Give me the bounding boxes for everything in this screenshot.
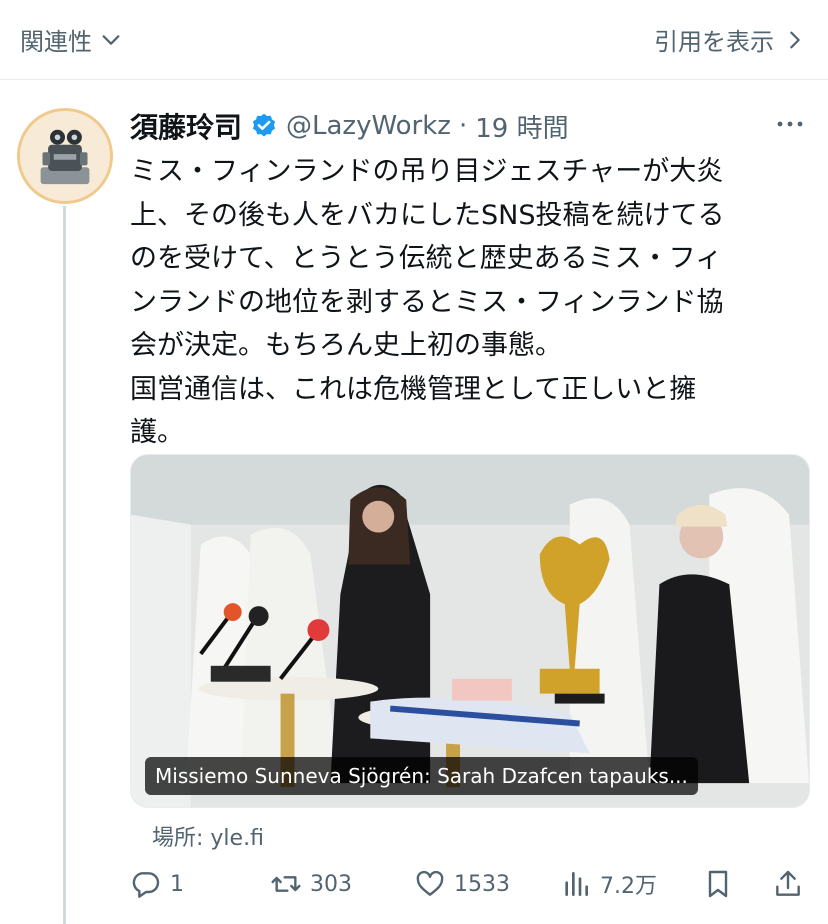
card-caption: Missiemo Sunneva Sjögrén: Sarah Dzafcen … bbox=[145, 757, 698, 795]
reply-button[interactable]: 1 bbox=[130, 868, 184, 900]
more-options-icon[interactable] bbox=[774, 112, 806, 136]
share-button[interactable] bbox=[772, 868, 804, 900]
tweet-timestamp[interactable]: 19 時間 bbox=[475, 108, 568, 145]
verified-badge-icon bbox=[250, 112, 278, 140]
press-conference-photo bbox=[131, 455, 809, 807]
view-count: 7.2万 bbox=[600, 874, 657, 899]
tweet-body-line: ミス・フィンランドの吊り目ジェスチャーが大炎 bbox=[130, 156, 724, 187]
bookmark-button[interactable] bbox=[702, 868, 734, 900]
related-sort-dropdown[interactable]: 関連性 bbox=[20, 22, 122, 57]
tweet-body: ミス・フィンランドの吊り目ジェスチャーが大炎 上、その後も人をバカにしたSNS投… bbox=[130, 150, 805, 455]
view-quotes-link[interactable]: 引用を表示 bbox=[654, 22, 806, 57]
tweet-body-line: 会が決定。もちろん史上初の事態。 bbox=[130, 330, 562, 361]
like-button[interactable]: 1533 bbox=[414, 868, 510, 900]
reply-count: 1 bbox=[170, 871, 184, 897]
bar-chart-icon bbox=[565, 872, 588, 896]
avatar[interactable] bbox=[17, 108, 113, 204]
link-card-image[interactable]: Missiemo Sunneva Sjögrén: Sarah Dzafcen … bbox=[130, 454, 810, 808]
tweet-body-line: 護。 bbox=[130, 417, 184, 448]
thread-line bbox=[63, 206, 66, 924]
author-name[interactable]: 須藤玲司 bbox=[130, 106, 242, 146]
reply-icon bbox=[132, 872, 160, 898]
chevron-down-icon bbox=[102, 34, 120, 45]
like-count: 1533 bbox=[454, 871, 510, 897]
tweet-body-line: ンランドの地位を剥するとミス・フィンランド協 bbox=[130, 286, 724, 318]
retweet-button[interactable]: 303 bbox=[270, 868, 352, 900]
link-source[interactable]: 場所: yle.fi bbox=[152, 820, 264, 852]
robot-avatar-icon bbox=[20, 111, 110, 201]
tweet-body-line: のを受けて、とうとう伝統と歴史あるミス・フィ bbox=[130, 243, 723, 274]
author-handle[interactable]: @LazyWorkz bbox=[286, 111, 451, 141]
quote-label: 引用を表示 bbox=[654, 28, 774, 56]
heart-icon bbox=[416, 870, 444, 896]
tweet-body-line: 国営通信は、これは危機管理として正しいと擁 bbox=[130, 373, 697, 405]
views-button[interactable]: 7.2万 bbox=[560, 868, 657, 900]
top-bar: 関連性 引用を表示 bbox=[0, 0, 828, 80]
retweet-icon bbox=[271, 876, 301, 892]
tweet-header: 須藤玲司 @LazyWorkz · 19 時間 bbox=[130, 106, 569, 146]
bookmark-icon bbox=[708, 870, 728, 898]
retweet-count: 303 bbox=[310, 871, 352, 897]
separator-dot: · bbox=[458, 111, 468, 141]
related-label: 関連性 bbox=[20, 28, 92, 56]
share-icon bbox=[776, 870, 800, 896]
action-bar: 1 303 1533 7.2万 bbox=[130, 868, 810, 908]
chevron-right-icon bbox=[790, 31, 800, 48]
tweet-body-line: 上、その後も人をバカにしたSNS投稿を続けてる bbox=[130, 199, 725, 231]
